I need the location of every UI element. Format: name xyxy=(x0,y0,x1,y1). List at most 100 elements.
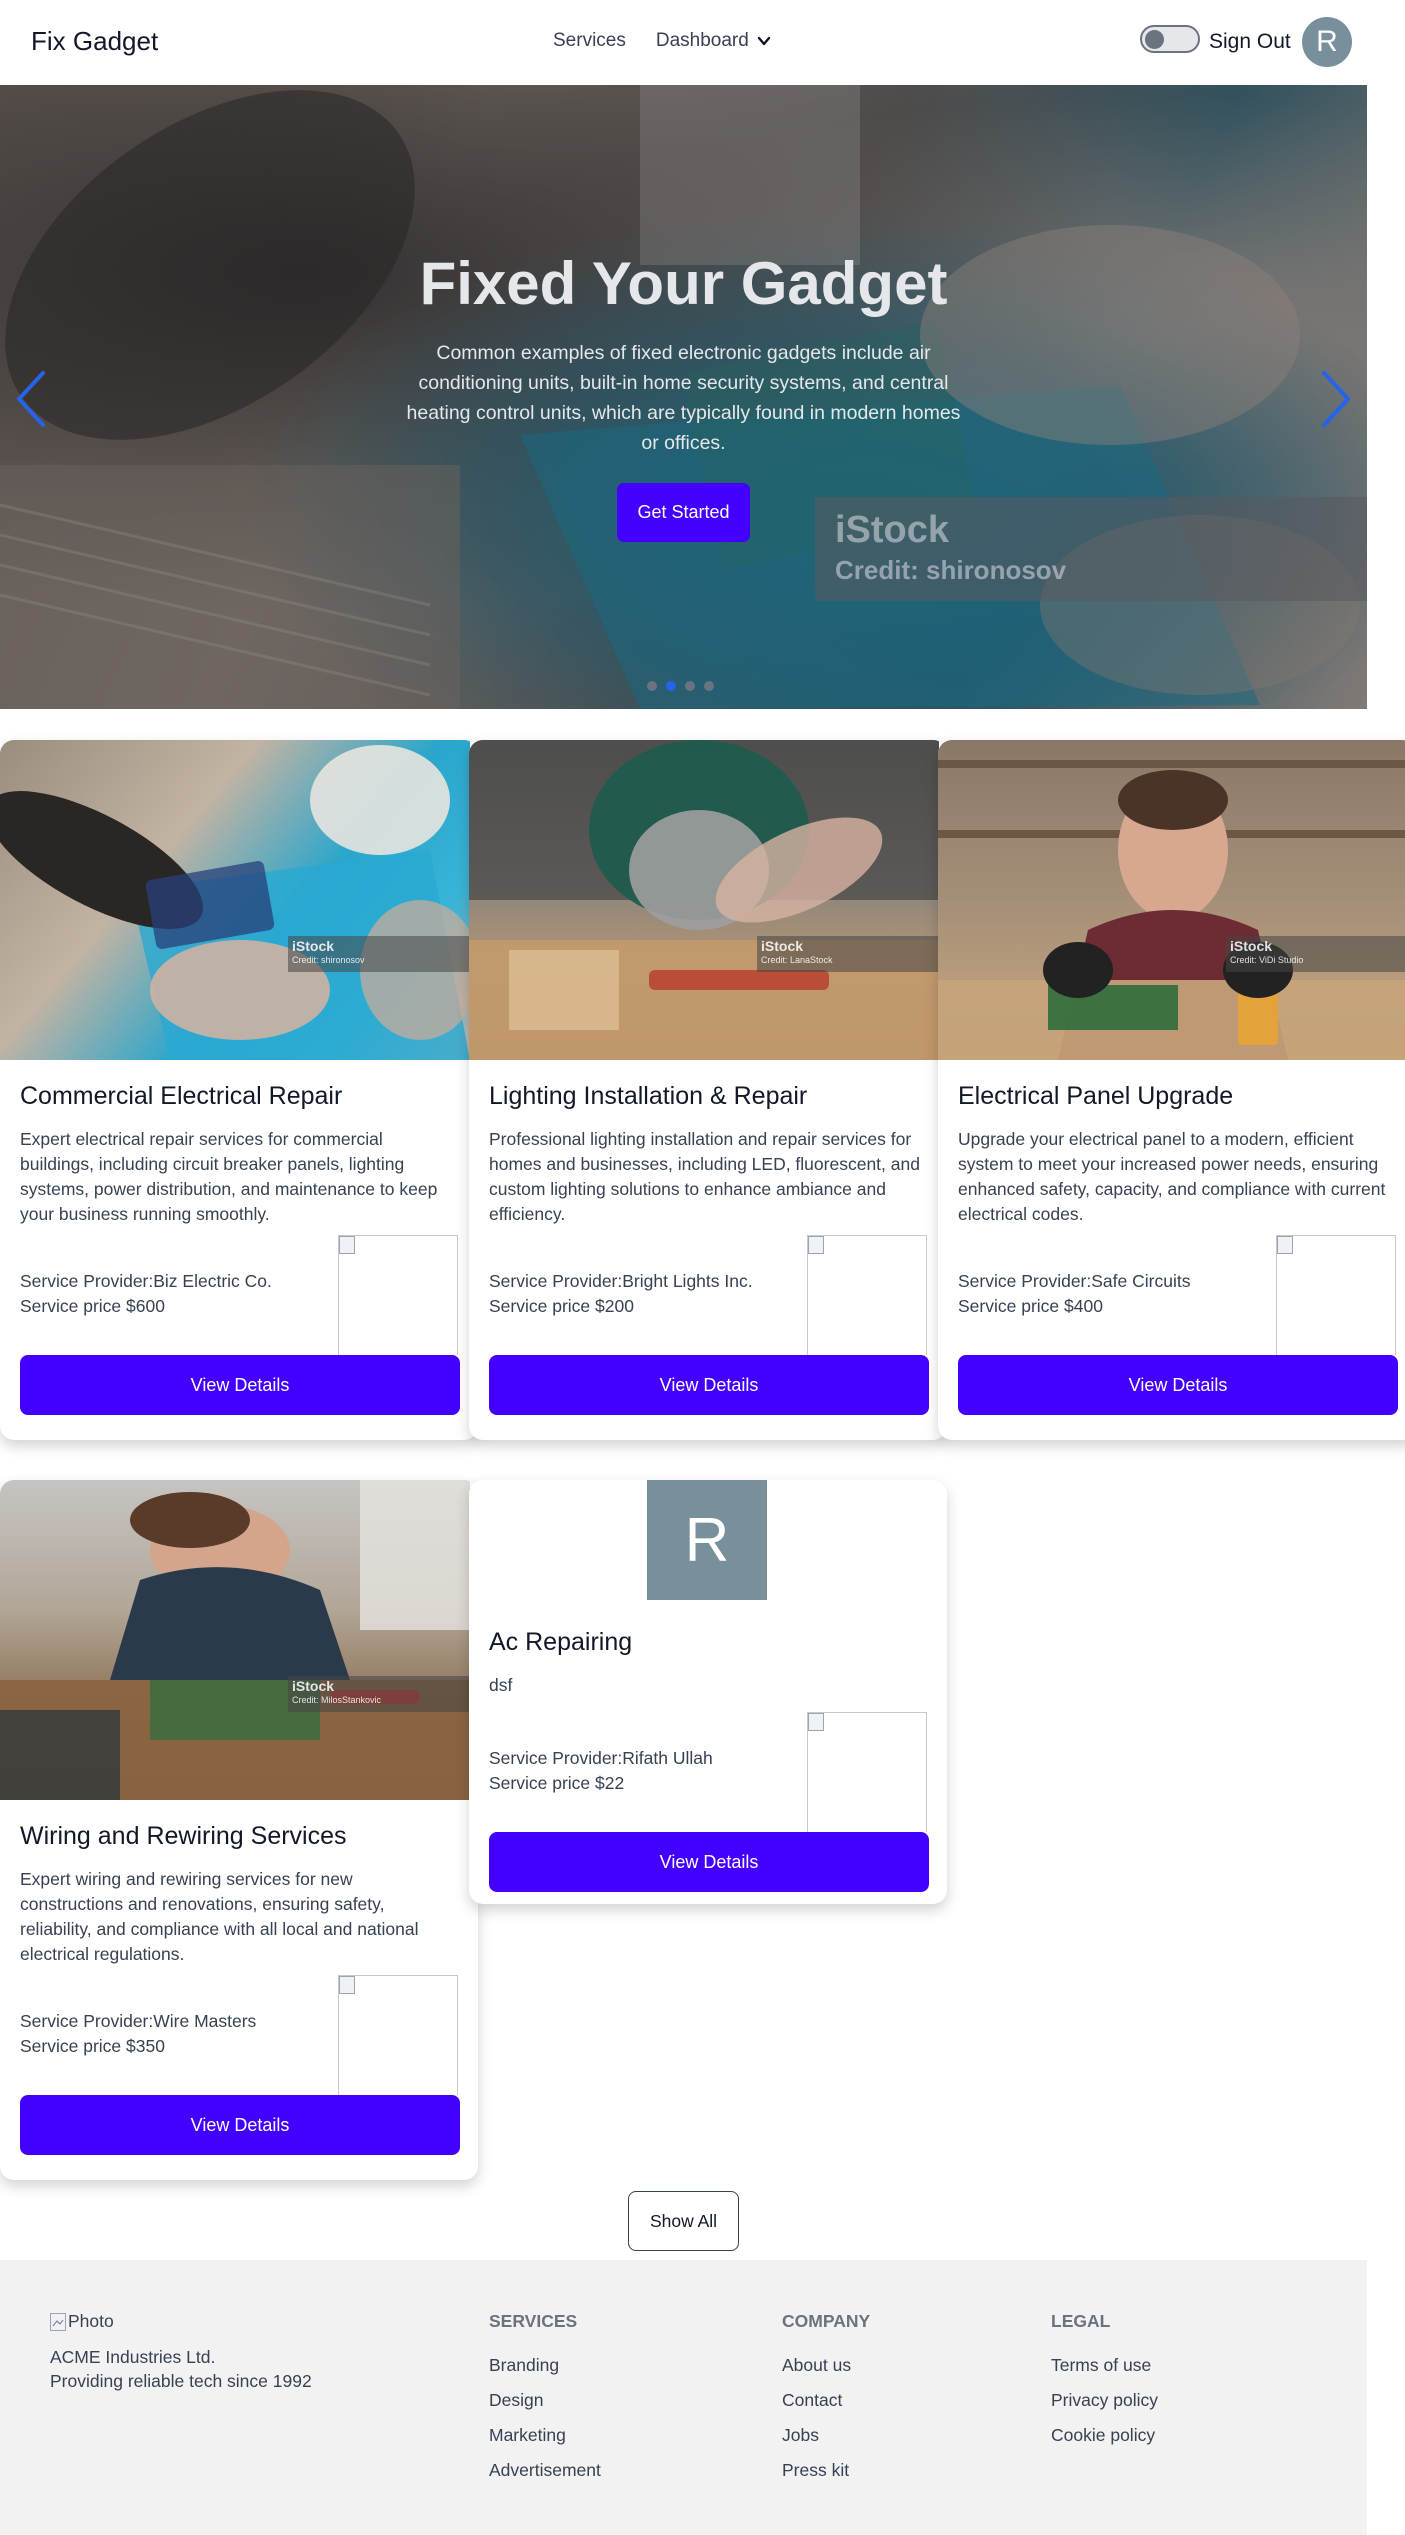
service-card-description: dsf xyxy=(489,1675,513,1695)
service-provider: Service Provider:Biz Electric Co. xyxy=(20,1271,272,1291)
card-watermark: iStock Credit: MilosStankovic xyxy=(288,1676,470,1712)
footer-link-design[interactable]: Design xyxy=(489,2390,601,2411)
provider-image-broken xyxy=(338,1975,458,2095)
service-card-body: Ac Repairing dsf Service Provider:Rifath… xyxy=(469,1628,947,1892)
view-details-button[interactable]: View Details xyxy=(20,1355,460,1415)
footer-link-privacy[interactable]: Privacy policy xyxy=(1051,2390,1158,2411)
footer-tagline: Providing reliable tech since 1992 xyxy=(50,2371,312,2391)
service-provider: Service Provider:Safe Circuits xyxy=(958,1271,1191,1291)
service-card-image: iStock Credit: MilosStankovic xyxy=(0,1480,470,1800)
carousel-indicators xyxy=(647,681,714,691)
hero-carousel: iStock Credit: shironosov Fixed Your Gad… xyxy=(0,85,1367,709)
card-photo-illustration xyxy=(0,1480,470,1800)
provider-image-broken xyxy=(1276,1235,1396,1355)
service-card-ac-repairing: R Ac Repairing dsf Service Provider:Rifa… xyxy=(469,1480,947,1904)
service-card-image: iStock Credit: shironosov xyxy=(0,740,470,1060)
sign-out-button[interactable]: Sign Out xyxy=(1209,30,1291,54)
provider-image-broken xyxy=(807,1235,927,1355)
theme-toggle[interactable] xyxy=(1140,25,1200,53)
service-price: Service price $400 xyxy=(958,1296,1103,1316)
broken-image-icon xyxy=(808,1713,824,1731)
footer-link-about-us[interactable]: About us xyxy=(782,2355,870,2376)
broken-image-icon xyxy=(339,1976,355,1994)
service-provider: Service Provider:Wire Masters xyxy=(20,2011,257,2031)
view-details-button[interactable]: View Details xyxy=(958,1355,1398,1415)
service-price: Service price $600 xyxy=(20,1296,165,1316)
card-watermark-credit: Credit: LanaStock xyxy=(761,955,833,965)
navbar: Fix Gadget Services Dashboard Sign Out R xyxy=(0,0,1405,85)
service-price: Service price $200 xyxy=(489,1296,634,1316)
service-card-meta: Service Provider:Biz Electric Co. Servic… xyxy=(20,1235,458,1355)
service-card-body: Electrical Panel Upgrade Upgrade your el… xyxy=(938,1082,1405,1415)
footer-legal-heading: LEGAL xyxy=(1051,2311,1111,2331)
footer-logo: Photo xyxy=(50,2311,114,2332)
service-card-meta: Service Provider:Safe Circuits Service p… xyxy=(958,1235,1396,1355)
card-watermark: iStock Credit: ViDi Studio xyxy=(1226,936,1405,972)
service-card-wiring-rewiring: iStock Credit: MilosStankovic Wiring and… xyxy=(0,1480,478,2180)
card-watermark-credit: Credit: shironosov xyxy=(292,955,365,965)
service-card-description: Professional lighting installation and r… xyxy=(489,1129,920,1224)
service-card-body: Lighting Installation & Repair Professio… xyxy=(469,1082,947,1415)
service-provider: Service Provider:Rifath Ullah xyxy=(489,1748,713,1768)
user-avatar[interactable]: R xyxy=(1302,17,1352,67)
service-card-description: Expert wiring and rewiring services for … xyxy=(20,1869,419,1964)
service-provider: Service Provider:Bright Lights Inc. xyxy=(489,1271,753,1291)
view-details-button[interactable]: View Details xyxy=(20,2095,460,2155)
service-price: Service price $350 xyxy=(20,2036,165,2056)
broken-image-icon xyxy=(339,1236,355,1254)
card-watermark-brand: iStock xyxy=(1230,938,1273,954)
service-card-image: iStock Credit: ViDi Studio xyxy=(938,740,1405,1060)
footer-logo-alt: Photo xyxy=(68,2311,114,2331)
footer-link-jobs[interactable]: Jobs xyxy=(782,2425,870,2446)
card-watermark-credit: Credit: ViDi Studio xyxy=(1230,955,1304,965)
footer-company-column: COMPANY About us Contact Jobs Press kit xyxy=(782,2311,870,2481)
footer-link-marketing[interactable]: Marketing xyxy=(489,2425,601,2446)
broken-image-icon xyxy=(808,1236,824,1254)
view-details-button[interactable]: View Details xyxy=(489,1355,929,1415)
carousel-next-arrow-icon[interactable] xyxy=(1320,369,1354,429)
card-photo-illustration xyxy=(469,740,939,1060)
nav-link-services[interactable]: Services xyxy=(553,30,626,52)
footer-link-branding[interactable]: Branding xyxy=(489,2355,601,2376)
show-all-button[interactable]: Show All xyxy=(628,2191,739,2251)
service-price: Service price $22 xyxy=(489,1773,625,1793)
service-card-title: Wiring and Rewiring Services xyxy=(20,1822,347,1850)
footer-link-advertisement[interactable]: Advertisement xyxy=(489,2460,601,2481)
footer-link-press-kit[interactable]: Press kit xyxy=(782,2460,870,2481)
service-card-title: Electrical Panel Upgrade xyxy=(958,1082,1234,1110)
card-watermark: iStock Credit: shironosov xyxy=(288,936,470,972)
carousel-dot-4[interactable] xyxy=(704,681,714,691)
card-watermark-credit: Credit: MilosStankovic xyxy=(292,1695,382,1705)
brand-logo[interactable]: Fix Gadget xyxy=(31,26,158,57)
provider-image-broken xyxy=(807,1712,927,1832)
carousel-dot-2[interactable] xyxy=(666,681,676,691)
service-card-title: Lighting Installation & Repair xyxy=(489,1082,808,1110)
service-card-meta: Service Provider:Rifath Ullah Service pr… xyxy=(489,1712,927,1832)
provider-avatar: R xyxy=(647,1480,767,1600)
carousel-dot-1[interactable] xyxy=(647,681,657,691)
service-card-electrical-panel-upgrade: iStock Credit: ViDi Studio Electrical Pa… xyxy=(938,740,1405,1440)
service-card-body: Wiring and Rewiring Services Expert wiri… xyxy=(0,1822,478,2155)
provider-image-broken xyxy=(338,1235,458,1355)
get-started-button[interactable]: Get Started xyxy=(617,483,750,542)
service-card-commercial-electrical-repair: iStock Credit: shironosov Commercial Ele… xyxy=(0,740,478,1440)
broken-image-icon xyxy=(1277,1236,1293,1254)
view-details-button[interactable]: View Details xyxy=(489,1832,929,1892)
nav-dropdown-dashboard[interactable]: Dashboard xyxy=(656,30,771,52)
hero-description: Common examples of fixed electronic gadg… xyxy=(406,342,961,454)
card-photo-illustration xyxy=(0,745,470,1060)
footer-link-contact[interactable]: Contact xyxy=(782,2390,870,2411)
toggle-knob xyxy=(1145,30,1164,49)
carousel-prev-arrow-icon[interactable] xyxy=(13,369,47,429)
carousel-dot-3[interactable] xyxy=(685,681,695,691)
footer-link-terms[interactable]: Terms of use xyxy=(1051,2355,1158,2376)
service-card-image-area: R xyxy=(469,1480,939,1600)
hero-watermark-brand: iStock xyxy=(835,509,950,551)
hero-watermark-credit: Credit: shironosov xyxy=(835,555,1067,585)
footer-link-cookie[interactable]: Cookie policy xyxy=(1051,2425,1158,2446)
nav-links: Services Dashboard xyxy=(553,30,771,52)
footer-company-name: ACME Industries Ltd. xyxy=(50,2347,216,2367)
card-watermark: iStock Credit: LanaStock xyxy=(757,936,939,972)
footer: Photo ACME Industries Ltd. Providing rel… xyxy=(0,2260,1367,2535)
card-photo-illustration xyxy=(938,760,1405,1060)
